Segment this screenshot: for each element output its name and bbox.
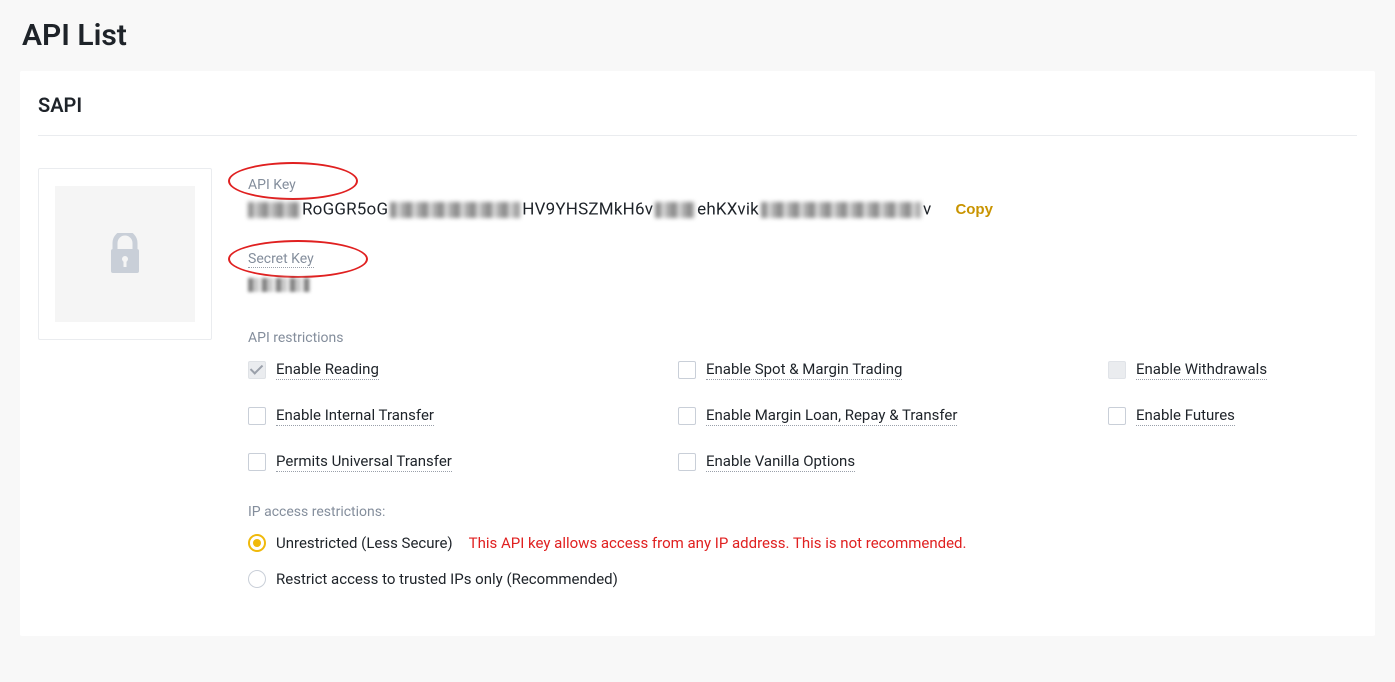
permission-enable-vanilla-options[interactable]: Enable Vanilla Options bbox=[678, 452, 1108, 472]
permission-permits-universal-transfer[interactable]: Permits Universal Transfer bbox=[248, 452, 678, 472]
radio-icon[interactable] bbox=[248, 534, 266, 552]
checkbox-icon[interactable] bbox=[248, 407, 266, 425]
checkbox-icon[interactable] bbox=[1108, 407, 1126, 425]
lock-icon bbox=[109, 233, 141, 275]
permission-label: Enable Margin Loan, Repay & Transfer bbox=[706, 406, 957, 426]
ip-option-restrict-access-to-trusted-ips-only-recommended[interactable]: Restrict access to trusted IPs only (Rec… bbox=[248, 570, 1357, 588]
permission-enable-reading: Enable Reading bbox=[248, 360, 678, 380]
permission-label: Enable Reading bbox=[276, 360, 379, 380]
api-restrictions-title: API restrictions bbox=[248, 330, 1357, 346]
permission-enable-internal-transfer[interactable]: Enable Internal Transfer bbox=[248, 406, 678, 426]
copy-api-key-button[interactable]: Copy bbox=[955, 201, 993, 218]
checkbox-icon bbox=[248, 361, 266, 379]
permission-label: Enable Internal Transfer bbox=[276, 406, 434, 426]
checkbox-icon[interactable] bbox=[678, 361, 696, 379]
permission-enable-margin-loan-repay-transfer[interactable]: Enable Margin Loan, Repay & Transfer bbox=[678, 406, 1108, 426]
checkbox-icon[interactable] bbox=[678, 453, 696, 471]
permission-enable-futures[interactable]: Enable Futures bbox=[1108, 406, 1357, 426]
permission-enable-spot-margin-trading[interactable]: Enable Spot & Margin Trading bbox=[678, 360, 1108, 380]
api-key-value: RoGGR5oGHV9YHSZMkH6vehKXvikv bbox=[248, 199, 931, 220]
api-key-label: API Key bbox=[248, 177, 296, 193]
permission-label: Enable Futures bbox=[1136, 406, 1235, 426]
permission-label: Permits Universal Transfer bbox=[276, 452, 452, 472]
ip-warning-text: This API key allows access from any IP a… bbox=[469, 534, 967, 552]
api-section-label: SAPI bbox=[38, 93, 1357, 136]
checkbox-icon[interactable] bbox=[678, 407, 696, 425]
api-card: SAPI bbox=[20, 71, 1375, 636]
radio-icon[interactable] bbox=[248, 570, 266, 588]
permission-label: Enable Spot & Margin Trading bbox=[706, 360, 902, 380]
radio-label: Unrestricted (Less Secure) bbox=[276, 534, 453, 552]
secret-key-value-obscured bbox=[248, 278, 310, 292]
ip-option-unrestricted-less-secure[interactable]: Unrestricted (Less Secure) This API key a… bbox=[248, 534, 1357, 552]
secret-key-label: Secret Key bbox=[248, 251, 314, 268]
checkbox-icon bbox=[1108, 361, 1126, 379]
radio-label: Restrict access to trusted IPs only (Rec… bbox=[276, 570, 618, 588]
permission-label: Enable Withdrawals bbox=[1136, 360, 1267, 380]
qr-code-placeholder bbox=[38, 168, 212, 340]
permission-enable-withdrawals: Enable Withdrawals bbox=[1108, 360, 1357, 380]
page-title: API List bbox=[20, 0, 1375, 71]
checkbox-icon[interactable] bbox=[248, 453, 266, 471]
permission-label: Enable Vanilla Options bbox=[706, 452, 855, 472]
ip-access-title: IP access restrictions: bbox=[248, 504, 1357, 520]
